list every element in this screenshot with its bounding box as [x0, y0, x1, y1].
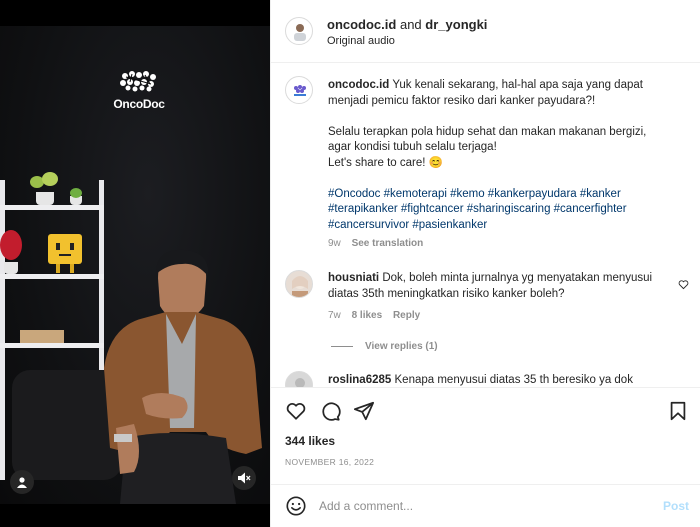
smiley-icon: [286, 496, 306, 516]
user-icon: [17, 477, 27, 488]
heart-outline-icon: [678, 280, 689, 290]
share-button[interactable]: [353, 400, 375, 422]
caption-text-line: Let's share to care! 😊: [328, 156, 443, 169]
comment-meta: 7w 8 likes Reply: [328, 310, 420, 321]
post-comment-button[interactable]: Post: [663, 499, 689, 513]
comment-icon: [322, 402, 341, 421]
view-replies-label: View replies (1): [365, 341, 438, 352]
comment-item: roslina6285 Kenapa menyusui diatas 35 th…: [328, 373, 673, 387]
oncodoc-logo-mark: [120, 71, 156, 92]
video-player[interactable]: OncoDoc: [0, 0, 270, 527]
emoji-button[interactable]: [285, 495, 307, 522]
mute-toggle-button[interactable]: [232, 466, 256, 490]
comment-username[interactable]: roslina6285: [328, 374, 391, 386]
comment-like-button[interactable]: [678, 277, 689, 295]
avatar[interactable]: [285, 17, 313, 45]
oncodoc-avatar-icon: [294, 24, 306, 41]
author-link-oncodoc[interactable]: oncodoc.id: [327, 17, 396, 32]
like-button[interactable]: [285, 400, 307, 422]
hashtags-line[interactable]: #terapikanker #fightcancer #sharingiscar…: [328, 203, 627, 215]
user-avatar-icon: [295, 378, 305, 387]
comment-text: Kenapa menyusui diatas 35 th beresiko ya…: [394, 374, 633, 386]
video-letterbox-top: [0, 0, 270, 26]
hashtags-line[interactable]: #Oncodoc #kemoterapi #kemo #kankerpayuda…: [328, 188, 621, 200]
author-connector: and: [399, 17, 422, 32]
post-authors: oncodoc.id and dr_yongki: [327, 17, 487, 32]
save-button[interactable]: [667, 400, 689, 422]
caption-age: 9w: [328, 238, 341, 249]
comment-avatar[interactable]: [285, 270, 313, 298]
see-translation-button[interactable]: See translation: [352, 238, 424, 249]
add-comment-bar: Post: [271, 484, 700, 527]
comment-item: housniati Dok, boleh minta jurnalnya yg …: [328, 271, 673, 302]
speaker-muted-icon: [238, 472, 251, 484]
video-letterbox-bottom: [0, 504, 270, 527]
author-link-dr-yongki[interactable]: dr_yongki: [425, 17, 487, 32]
post-details-panel: oncodoc.id and dr_yongki Original audio …: [270, 0, 700, 527]
comment-username[interactable]: housniati: [328, 272, 379, 284]
hashtags-line[interactable]: #cancersurvivor #pasienkanker: [328, 219, 487, 231]
oncodoc-logo-text: OncoDoc: [113, 97, 165, 111]
robot-figurine: [48, 234, 82, 264]
share-icon: [353, 401, 375, 421]
comments-section[interactable]: oncodoc.id Yuk kenali sekarang, hal-hal …: [271, 64, 700, 387]
instagram-post-modal: OncoDoc oncodoc.id and dr_yongki Origina…: [0, 0, 700, 527]
caption-text-line: Selalu terapkan pola hidup sehat dan mak…: [328, 125, 647, 138]
audio-link[interactable]: Original audio: [327, 35, 395, 47]
comment-input[interactable]: [319, 496, 639, 516]
post-header: oncodoc.id and dr_yongki Original audio: [271, 0, 700, 63]
tagged-users-button[interactable]: [10, 470, 34, 494]
caption-text-line: agar kondisi tubuh selalu terjaga!: [328, 141, 497, 153]
likes-count[interactable]: 344 likes: [285, 434, 335, 448]
caption-avatar[interactable]: [285, 76, 313, 104]
comment-age: 7w: [328, 310, 341, 321]
caption-meta: 9w See translation: [328, 238, 423, 249]
view-replies-button[interactable]: View replies (1): [331, 341, 438, 352]
heart-icon: [286, 403, 306, 420]
comment-reply-button[interactable]: Reply: [393, 310, 420, 321]
oncodoc-logo: OncoDoc: [104, 70, 174, 113]
comment-likes-count[interactable]: 8 likes: [352, 310, 383, 321]
post-action-bar: [271, 387, 700, 427]
comment-button[interactable]: [319, 400, 341, 422]
bookmark-icon: [670, 401, 686, 421]
oncodoc-logo-avatar-icon: [294, 85, 306, 96]
caption-username[interactable]: oncodoc.id: [328, 79, 389, 91]
post-date[interactable]: NOVEMBER 16, 2022: [285, 457, 374, 467]
post-caption: oncodoc.id Yuk kenali sekarang, hal-hal …: [328, 78, 678, 233]
user-avatar-icon: [292, 276, 308, 297]
comment-avatar[interactable]: [285, 371, 313, 387]
replies-divider: [331, 345, 353, 347]
